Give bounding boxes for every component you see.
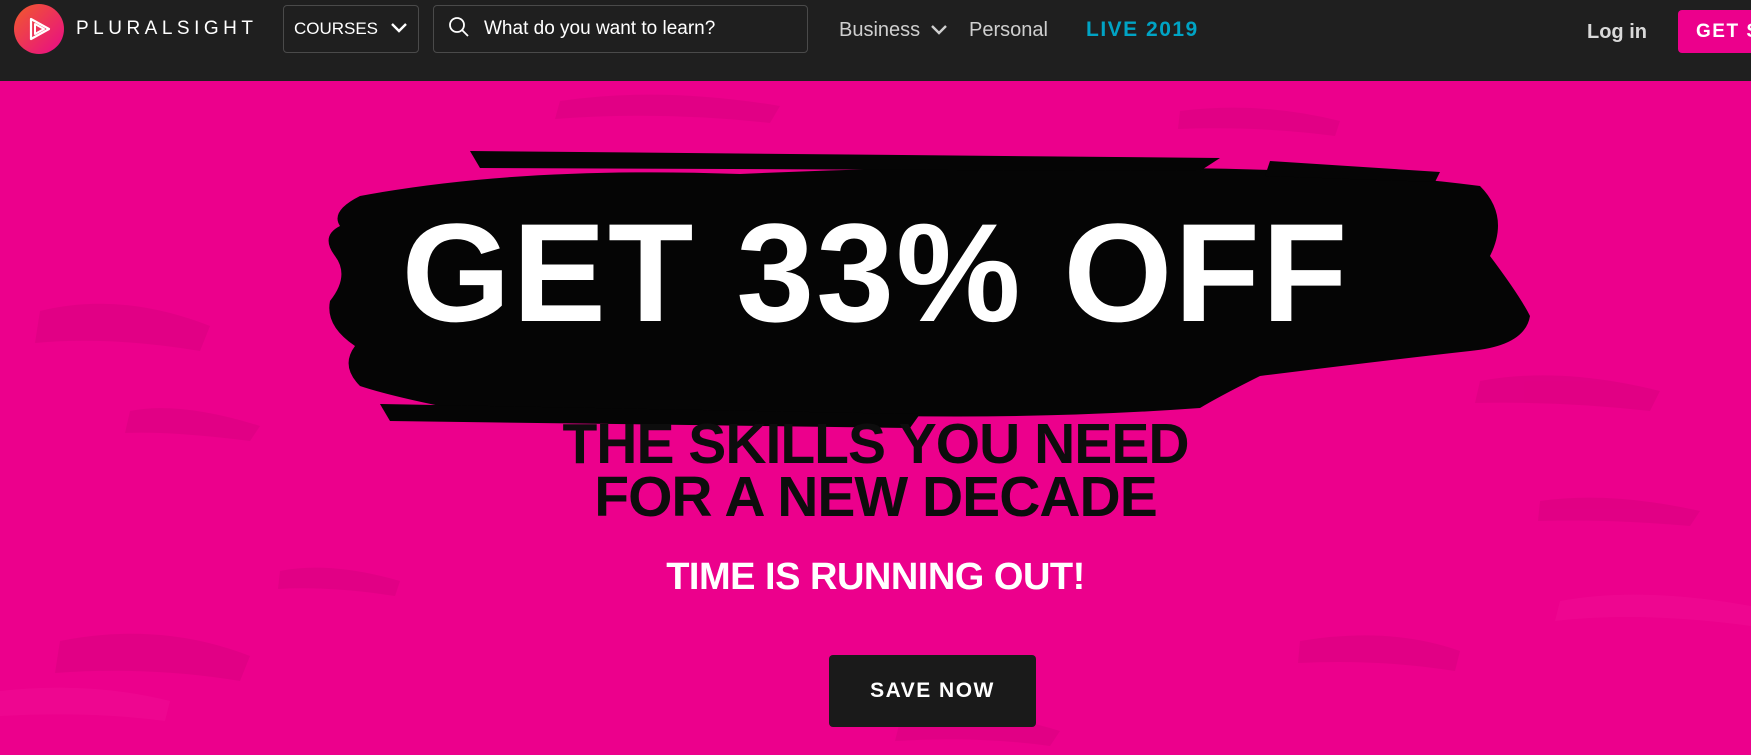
pluralsight-logo[interactable]: PLURALSIGHT [14,3,257,55]
page: PLURALSIGHT COURSES Business [0,0,1751,755]
personal-link[interactable]: Personal [969,0,1048,60]
promo-subheadline: THE SKILLS YOU NEED FOR A NEW DECADE [0,412,1751,529]
chevron-down-icon [390,19,408,39]
subhead-line-1: THE SKILLS YOU NEED [562,412,1189,476]
logo-wordmark: PLURALSIGHT [76,18,258,39]
chevron-down-icon [930,19,948,42]
search-input[interactable] [482,17,786,41]
search-box [433,5,808,53]
courses-dropdown-button[interactable]: COURSES [283,5,419,53]
promo-headline: GET 33% OFF [401,194,1350,351]
business-menu[interactable]: Business [839,0,948,60]
business-label: Business [839,18,921,41]
play-triangle-icon [14,4,64,54]
urgency-text: TIME IS RUNNING OUT! [666,556,1085,598]
save-now-button[interactable]: SAVE NOW [829,655,1036,727]
login-link[interactable]: Log in [1587,2,1647,62]
live-2019-link[interactable]: LIVE 2019 [1086,0,1199,60]
courses-label: COURSES [293,19,379,38]
promo-hero: GET 33% OFF THE SKILLS YOU NEED FOR A NE… [0,81,1751,755]
subhead-line-2: FOR A NEW DECADE [594,465,1157,529]
search-icon [448,16,470,43]
get-started-button[interactable]: GET S [1678,10,1751,53]
top-nav: PLURALSIGHT COURSES Business [0,0,1751,81]
